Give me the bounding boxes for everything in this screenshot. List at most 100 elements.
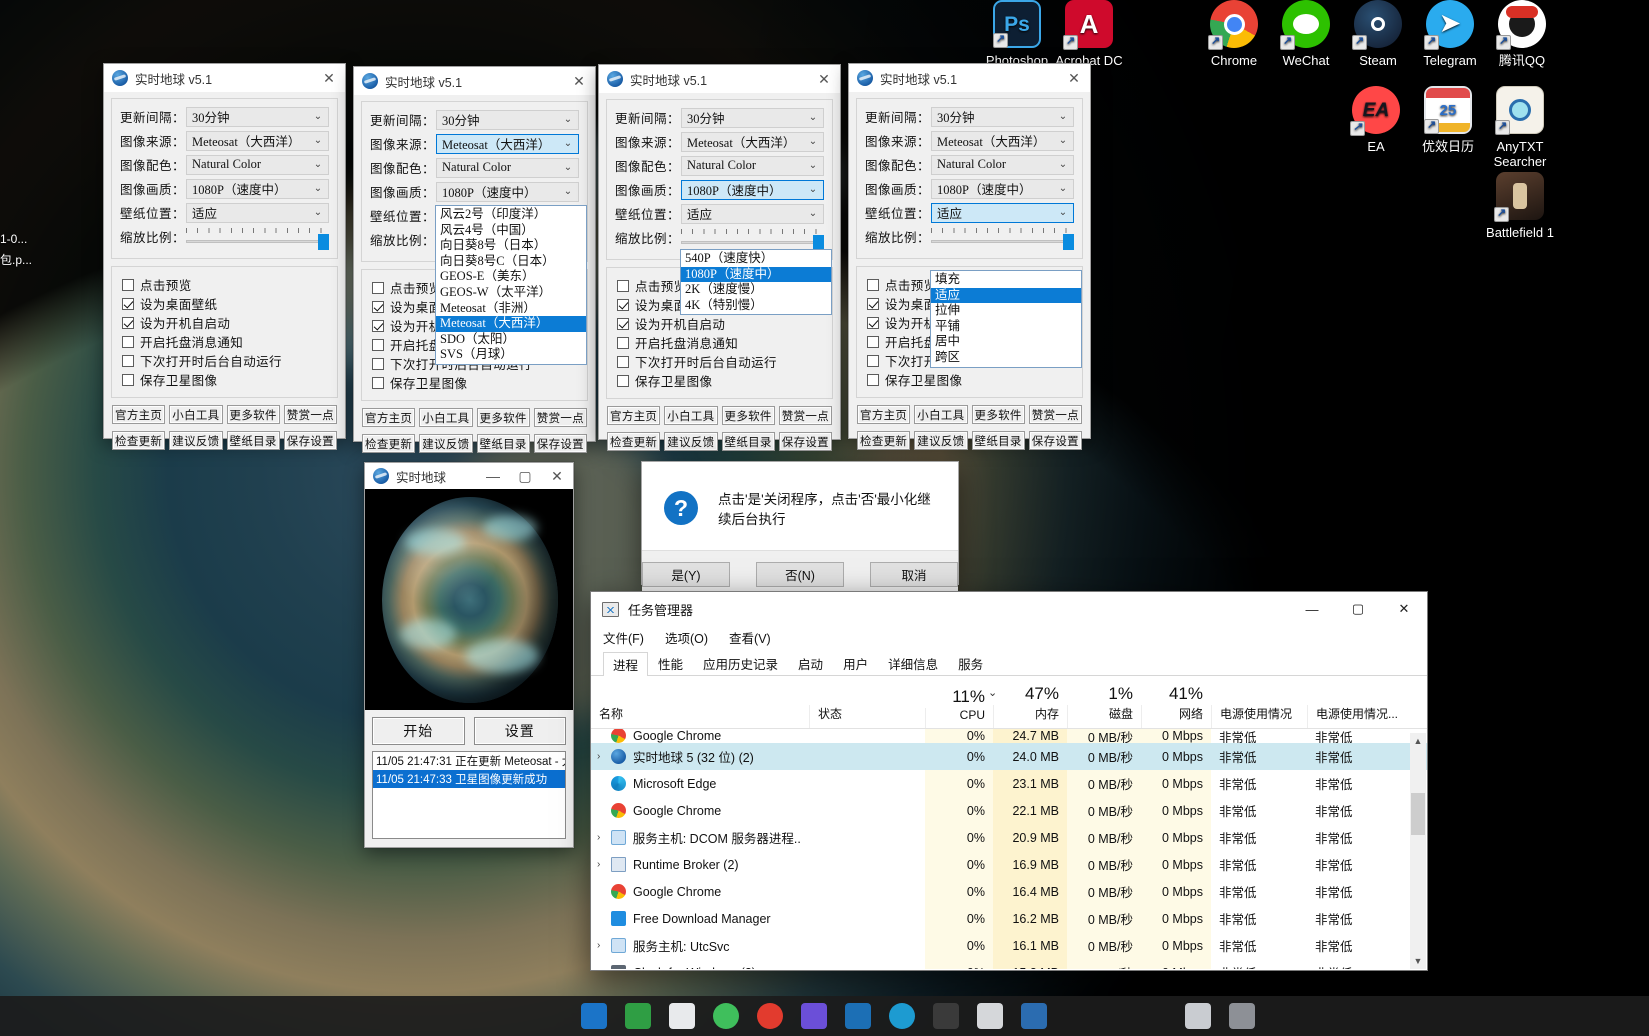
chevron-down-icon[interactable]: ⌄ bbox=[560, 162, 576, 173]
checkbox[interactable] bbox=[372, 377, 384, 389]
combo-quality[interactable]: 1080P（速度中）⌄ bbox=[931, 179, 1074, 199]
column-header-名称[interactable]: 名称 bbox=[591, 705, 809, 728]
button-壁纸目录[interactable]: 壁纸目录 bbox=[477, 434, 530, 453]
checkbox-row[interactable]: 保存卫星图像 bbox=[122, 370, 327, 389]
tab-启动[interactable]: 启动 bbox=[788, 651, 833, 675]
checkbox-row[interactable]: 设为开机自启动 bbox=[617, 314, 822, 333]
settings-window-3[interactable]: 实时地球 v5.1 ✕ 更新间隔：30分钟⌄图像来源：Meteosat（大西洋）… bbox=[598, 64, 841, 440]
close-icon[interactable]: ✕ bbox=[313, 65, 345, 92]
combo-interval[interactable]: 30分钟⌄ bbox=[681, 108, 824, 128]
title-bar[interactable]: 实时地球 v5.1 ✕ bbox=[849, 64, 1090, 92]
dropdown-option[interactable]: SDO（太阳） bbox=[436, 332, 586, 348]
chevron-down-icon[interactable]: ⌄ bbox=[310, 183, 326, 194]
dropdown-option[interactable]: 适应 bbox=[931, 288, 1081, 304]
button-小白工具[interactable]: 小白工具 bbox=[664, 406, 717, 425]
preview-window[interactable]: 实时地球 — ▢ ✕ 开始 设置 11/05 21:47:31 正在更新 Met… bbox=[364, 462, 574, 848]
checkbox-row[interactable]: 点击预览 bbox=[122, 275, 327, 294]
chevron-down-icon[interactable]: ⌄ bbox=[310, 135, 326, 146]
chevron-down-icon[interactable]: ⌄ bbox=[310, 207, 326, 218]
button-更多软件[interactable]: 更多软件 bbox=[972, 405, 1025, 424]
taskbar-item-7[interactable] bbox=[836, 996, 880, 1036]
combo-position[interactable]: 适应⌄ bbox=[681, 204, 824, 224]
chevron-down-icon[interactable]: ⌄ bbox=[310, 111, 326, 122]
button-更多软件[interactable]: 更多软件 bbox=[722, 406, 775, 425]
taskbar-item-11[interactable] bbox=[1012, 996, 1056, 1036]
chevron-down-icon[interactable]: ⌄ bbox=[560, 138, 576, 149]
button-更多软件[interactable]: 更多软件 bbox=[227, 405, 280, 424]
taskbar[interactable] bbox=[0, 996, 1649, 1036]
chevron-down-icon[interactable]: ⌄ bbox=[805, 112, 821, 123]
expand-chevron-icon[interactable]: › bbox=[597, 859, 611, 870]
column-header-网络[interactable]: 网络41% bbox=[1141, 705, 1211, 728]
checkbox-row[interactable]: 开启托盘消息通知 bbox=[122, 332, 327, 351]
dropdown-option[interactable]: 居中 bbox=[931, 334, 1081, 350]
dropdown-option[interactable]: GEOS-E（美东） bbox=[436, 269, 586, 285]
dropdown-option[interactable]: 平铺 bbox=[931, 319, 1081, 335]
button-赞赏一点[interactable]: 赞赏一点 bbox=[1029, 405, 1082, 424]
button-建议反馈[interactable]: 建议反馈 bbox=[664, 432, 717, 451]
scroll-thumb[interactable] bbox=[1411, 793, 1425, 835]
menu-item-view[interactable]: 查看(V) bbox=[729, 628, 771, 647]
chevron-down-icon[interactable]: ⌄ bbox=[1055, 183, 1071, 194]
tab-用户[interactable]: 用户 bbox=[833, 651, 878, 675]
slider-thumb[interactable] bbox=[318, 234, 329, 250]
button-小白工具[interactable]: 小白工具 bbox=[914, 405, 967, 424]
close-confirm-dialog[interactable]: ? 点击'是'关闭程序，点击'否'最小化继续后台执行 是(Y)否(N)取消 bbox=[641, 461, 959, 585]
close-icon[interactable]: ✕ bbox=[808, 66, 840, 93]
column-header-CPU[interactable]: CPU11% bbox=[925, 708, 993, 728]
checkbox[interactable] bbox=[372, 301, 384, 313]
taskbar-item-6[interactable] bbox=[792, 996, 836, 1036]
title-bar[interactable]: 实时地球 v5.1 ✕ bbox=[354, 67, 595, 95]
combo-source[interactable]: Meteosat（大西洋）⌄ bbox=[186, 131, 329, 151]
chevron-down-icon[interactable]: ⌄ bbox=[805, 208, 821, 219]
scale-slider[interactable] bbox=[931, 227, 1074, 247]
checkbox[interactable] bbox=[617, 280, 629, 292]
dropdown-option[interactable]: 风云2号（印度洋） bbox=[436, 207, 586, 223]
checkbox[interactable] bbox=[372, 320, 384, 332]
close-icon[interactable]: ✕ bbox=[541, 463, 573, 490]
taskbar-item-9[interactable] bbox=[924, 996, 968, 1036]
combo-quality[interactable]: 1080P（速度中）⌄ bbox=[681, 180, 824, 200]
table-row[interactable]: Microsoft Edge0%23.1 MB0 MB/秒0 Mbps非常低非常… bbox=[591, 770, 1427, 797]
desktop-icon-qq[interactable]: 腾讯QQ bbox=[1476, 0, 1568, 68]
dropdown-option[interactable]: 拉伸 bbox=[931, 303, 1081, 319]
chevron-down-icon[interactable]: ⌄ bbox=[560, 114, 576, 125]
table-row[interactable]: Google Chrome0%22.1 MB0 MB/秒0 Mbps非常低非常低 bbox=[591, 797, 1427, 824]
maximize-icon[interactable]: ▢ bbox=[509, 463, 541, 490]
expand-chevron-icon[interactable]: › bbox=[597, 940, 611, 951]
desktop-icon-acrobat[interactable]: AAcrobat DC bbox=[1043, 0, 1135, 68]
checkbox[interactable] bbox=[617, 337, 629, 349]
button-壁纸目录[interactable]: 壁纸目录 bbox=[972, 431, 1025, 450]
dialog-button-cancel[interactable]: 取消 bbox=[870, 562, 958, 587]
minimize-icon[interactable]: — bbox=[477, 463, 509, 490]
tab-进程[interactable]: 进程 bbox=[603, 652, 648, 676]
vertical-scrollbar[interactable]: ▲ ▼ bbox=[1410, 733, 1426, 969]
button-小白工具[interactable]: 小白工具 bbox=[419, 408, 472, 427]
checkbox[interactable] bbox=[867, 336, 879, 348]
taskbar-item-12[interactable] bbox=[1176, 996, 1220, 1036]
minimize-icon[interactable]: — bbox=[1289, 593, 1335, 626]
chevron-down-icon[interactable]: ⌄ bbox=[1055, 111, 1071, 122]
settings-window-1[interactable]: 实时地球 v5.1 ✕ 更新间隔：30分钟⌄图像来源：Meteosat（大西洋）… bbox=[103, 63, 346, 439]
button-官方主页[interactable]: 官方主页 bbox=[607, 406, 660, 425]
dropdown-option[interactable]: 1080P（速度中） bbox=[681, 267, 831, 283]
taskbar-item-2[interactable] bbox=[616, 996, 660, 1036]
expand-chevron-icon[interactable]: › bbox=[597, 967, 611, 969]
checkbox[interactable] bbox=[867, 317, 879, 329]
table-row[interactable]: Google Chrome0%16.4 MB0 MB/秒0 Mbps非常低非常低 bbox=[591, 878, 1427, 905]
combo-color[interactable]: Natural Color⌄ bbox=[681, 156, 824, 176]
title-bar[interactable]: 实时地球 v5.1 ✕ bbox=[599, 65, 840, 93]
tab-服务[interactable]: 服务 bbox=[948, 651, 993, 675]
desktop-icon-anytxt[interactable]: AnyTXT Searcher bbox=[1474, 86, 1566, 169]
checkbox[interactable] bbox=[617, 375, 629, 387]
close-icon[interactable]: ✕ bbox=[563, 68, 595, 95]
button-建议反馈[interactable]: 建议反馈 bbox=[169, 431, 222, 450]
slider-track[interactable] bbox=[931, 240, 1074, 243]
combo-interval[interactable]: 30分钟⌄ bbox=[436, 110, 579, 130]
button-壁纸目录[interactable]: 壁纸目录 bbox=[227, 431, 280, 450]
button-保存设置[interactable]: 保存设置 bbox=[1029, 431, 1082, 450]
checkbox[interactable] bbox=[867, 279, 879, 291]
log-item[interactable]: 11/05 21:47:33 卫星图像更新成功 bbox=[373, 770, 565, 788]
button-检查更新[interactable]: 检查更新 bbox=[607, 432, 660, 451]
column-header-状态[interactable]: 状态 bbox=[809, 705, 925, 728]
